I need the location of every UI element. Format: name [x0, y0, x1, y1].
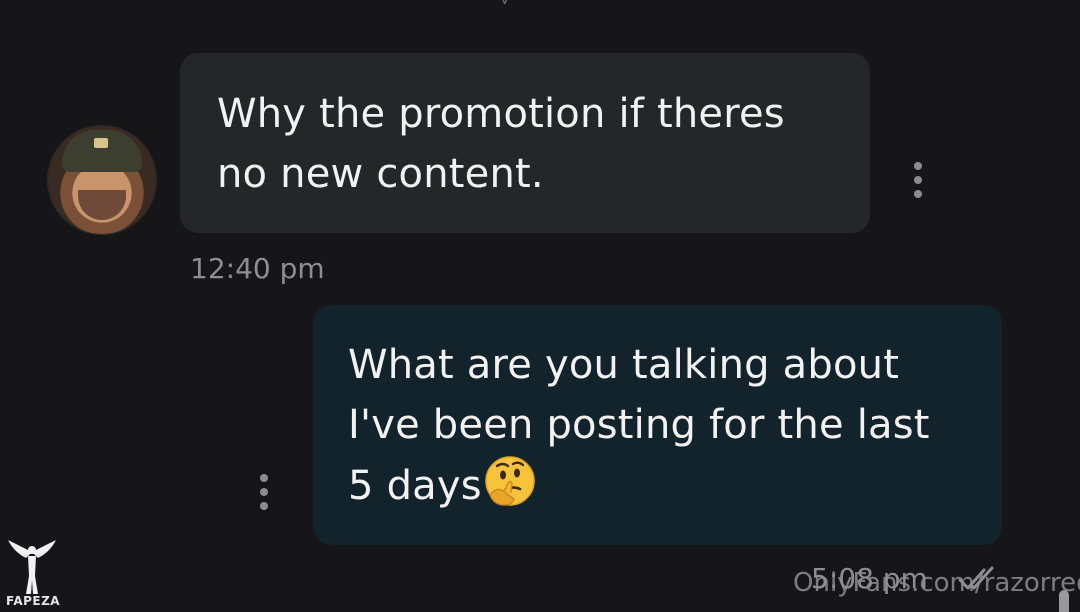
incoming-message-bubble[interactable]: Why the promotion if theres no new conte… [180, 53, 870, 233]
incoming-message-line: no new content. [217, 151, 544, 197]
sender-avatar[interactable] [48, 126, 156, 234]
thinking-face-emoji [485, 456, 535, 506]
double-check-icon [958, 566, 994, 590]
avatar-cap-logo [94, 138, 108, 148]
outgoing-message-time: 5:08 pm [811, 562, 928, 595]
incoming-message-time: 12:40 pm [190, 252, 325, 285]
previous-message-fragment: y [500, 0, 540, 4]
outgoing-message-line-last: 5 days [348, 455, 972, 516]
more-options-icon[interactable] [259, 474, 269, 510]
fapeza-logo-text: FAPEZA [6, 594, 61, 608]
outgoing-message-line: 5 days [348, 463, 482, 509]
incoming-message-line: Why the promotion if theres [217, 91, 785, 137]
outgoing-message-text: What are you talking about I've been pos… [348, 335, 972, 516]
outgoing-message-line: I've been posting for the last [348, 402, 930, 448]
more-options-icon[interactable] [913, 162, 923, 198]
outgoing-message-bubble[interactable]: What are you talking about I've been pos… [313, 305, 1002, 545]
fapeza-logo-icon [8, 540, 56, 594]
avatar-beard [78, 190, 126, 220]
outgoing-message-line: What are you talking about [348, 342, 900, 388]
incoming-message-text: Why the promotion if theres no new conte… [217, 84, 840, 204]
scrollbar-handle[interactable] [1059, 590, 1069, 612]
avatar-cap [62, 130, 142, 172]
